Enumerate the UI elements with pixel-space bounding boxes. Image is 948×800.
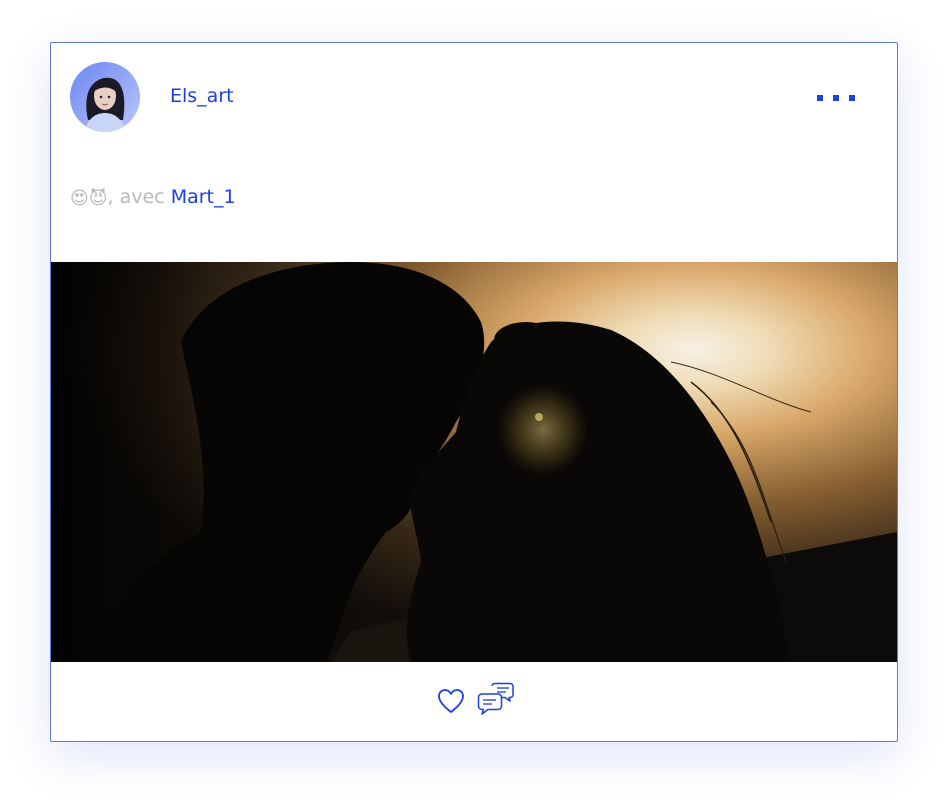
caption-emoji-heart-eyes: 😍 [70, 188, 89, 209]
comment-bubbles-icon [477, 682, 514, 715]
comment-button[interactable] [476, 682, 516, 718]
post-photo[interactable] [51, 262, 897, 662]
caption-separator: , avec [107, 186, 165, 208]
more-options-button[interactable] [811, 89, 859, 105]
post-card: Els_art 😍😈, avec Mart_1 [50, 42, 898, 742]
post-caption: 😍😈, avec Mart_1 [70, 186, 236, 209]
author-username[interactable]: Els_art [170, 85, 234, 107]
more-dots-icon [817, 95, 823, 101]
more-dot [833, 95, 839, 101]
post-actions [51, 662, 897, 741]
caption-emoji-devil: 😈 [88, 188, 108, 209]
more-dot [849, 95, 855, 101]
post-header: Els_art [51, 43, 897, 153]
heart-icon [438, 689, 464, 713]
like-button[interactable] [435, 686, 467, 716]
mention-link[interactable]: Mart_1 [171, 186, 236, 208]
avatar[interactable] [70, 62, 140, 132]
